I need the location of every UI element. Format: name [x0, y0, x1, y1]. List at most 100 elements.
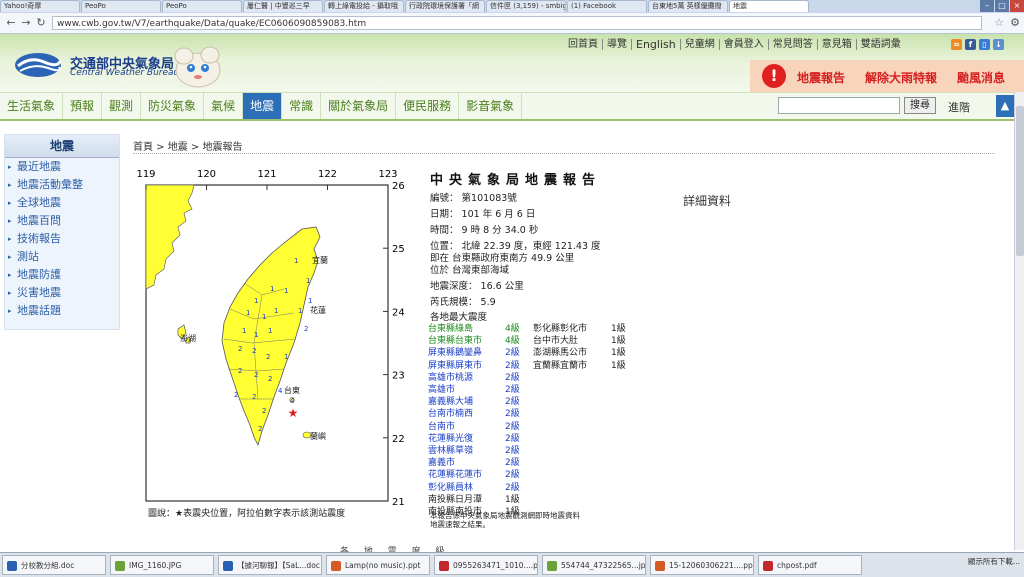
top-link[interactable]: 導覽 [603, 39, 632, 50]
intensity-level: 4級 [505, 324, 520, 334]
nav-item[interactable]: 生活氣象 [0, 93, 64, 119]
browser-tab[interactable]: 地震 [729, 0, 809, 12]
sidebar-item[interactable]: 全球地震 [5, 194, 119, 212]
nav-item[interactable]: 地震 [243, 93, 283, 119]
report-location-2: 位於 台灣東部海域 [430, 265, 510, 276]
download-item[interactable]: Lamp(no music).ppt [326, 555, 430, 575]
lon-tick-label: 122 [318, 169, 337, 180]
nav-item[interactable]: 觀測 [102, 93, 142, 119]
breadcrumb: 首頁 > 地震 > 地震報告 [133, 142, 243, 153]
rss-icon[interactable]: ≈ [951, 39, 962, 50]
wrench-icon[interactable]: ⚙ [1010, 16, 1020, 29]
sidebar-item[interactable]: 測站 [5, 248, 119, 266]
cwb-logo-icon[interactable] [14, 52, 62, 78]
download-item[interactable]: 0955263471_1010....pdf [434, 555, 538, 575]
sidebar-item[interactable]: 技術報告 [5, 230, 119, 248]
browser-tab[interactable]: 屢仁醫 | 中豐巡三早 [243, 0, 323, 12]
url-input[interactable]: www.cwb.gov.tw/V7/earthquake/Data/quake/… [52, 16, 982, 30]
download-item[interactable]: 分校教分組.doc [2, 555, 106, 575]
browser-tab[interactable]: 信件匣 (3,159) - smbig [486, 0, 566, 12]
scrollbar-thumb[interactable] [1016, 106, 1024, 256]
nav-item[interactable]: 關於氣象局 [321, 93, 397, 119]
sidebar-item[interactable]: 地震百問 [5, 212, 119, 230]
logo-english-name[interactable]: Central Weather Bureau [70, 68, 179, 78]
bookmark-star-icon[interactable]: ☆ [994, 16, 1004, 29]
intensity-level: 2級 [505, 409, 520, 420]
maximize-button[interactable]: □ [995, 0, 1009, 12]
close-window-button[interactable]: × [1010, 0, 1024, 12]
sidebar-item[interactable]: 地震話題 [5, 302, 119, 320]
intensity-place: 嘉義縣大埔 [428, 397, 474, 408]
site-header: 交通部中央氣象局 Central Weather Bureau 回首頁 導覽 Eng… [0, 34, 1024, 92]
intensity-level: 1級 [505, 494, 520, 505]
browser-tab[interactable]: PeoPo [162, 0, 242, 12]
nav-item[interactable]: 便民服務 [396, 93, 460, 119]
download-item[interactable]: 15-12060306221....pptx [650, 555, 754, 575]
top-link[interactable]: 回首頁 [564, 39, 603, 50]
browser-tab[interactable]: 台東地5萬 英樣優攤撥 [648, 0, 728, 12]
top-link[interactable]: 兒童網 [681, 39, 720, 50]
browser-tab[interactable]: 行政院環境保護署「網 [405, 0, 485, 12]
intensity-place: 南投縣日月潭 [428, 494, 483, 505]
top-link[interactable]: 意見箱 [818, 39, 857, 50]
back-icon[interactable]: ← [4, 16, 18, 30]
sidebar-item[interactable]: 地震活動彙整 [5, 176, 119, 194]
browser-tab[interactable]: (1) Facebook [567, 0, 647, 12]
advanced-search-link[interactable]: 進階 [948, 99, 970, 115]
page-scrollbar[interactable] [1014, 92, 1024, 550]
minimize-button[interactable]: – [980, 0, 994, 12]
station-intensity-mark: 1 [306, 277, 310, 285]
file-icon [7, 561, 17, 571]
download-item[interactable]: chpost.pdf [758, 555, 862, 575]
report-note: 本報告係中央氣象局地震觀測網即時地震資料 地震速報之結果。 [430, 511, 580, 529]
download-item-label: 554744_47322565...jpg [561, 561, 646, 570]
download-item[interactable]: 【據河聊報】【SaL...doc [218, 555, 322, 575]
nav-item[interactable]: 預報 [63, 93, 103, 119]
station-intensity-mark: 1 [294, 257, 298, 265]
top-link[interactable]: 會員登入 [720, 39, 769, 50]
sidebar-item[interactable]: 地震防護 [5, 266, 119, 284]
place-label: 台東 [284, 385, 300, 395]
alert-heavy-rain-link[interactable]: 解除大雨特報 [865, 69, 937, 86]
search-button[interactable]: 搜尋 [904, 97, 936, 114]
intensity-level: 2級 [505, 433, 520, 444]
file-icon [115, 561, 125, 571]
show-all-downloads-link[interactable]: 顯示所有下載... [968, 556, 1020, 567]
place-label: 蘭嶼 [310, 431, 326, 441]
download-item[interactable]: 554744_47322565...jpg [542, 555, 646, 575]
browser-tab[interactable]: PeoPo [81, 0, 161, 12]
intensity-place: 高雄市桃源 [428, 372, 474, 383]
station-intensity-mark: 2 [254, 371, 258, 379]
scroll-up-icon[interactable]: ▲ [996, 95, 1014, 117]
forward-icon[interactable]: → [19, 16, 33, 30]
facebook-icon[interactable]: f [965, 39, 976, 50]
intensity-level: 1級 [611, 348, 626, 359]
top-link[interactable]: 雙語詞彙 [857, 39, 905, 50]
mobile-icon[interactable]: ▯ [979, 39, 990, 50]
station-intensity-mark: 4 [278, 387, 283, 395]
report-depth: 地震深度： 16.6 公里 [430, 281, 524, 292]
download-item[interactable]: IMG_1160.JPG [110, 555, 214, 575]
intensity-place: 台南市 [428, 421, 456, 432]
intensity-place: 屏東縣屏東市 [428, 360, 483, 371]
nav-item[interactable]: 影音氣象 [459, 93, 523, 119]
detail-link[interactable]: 詳細資料 [683, 192, 731, 209]
browser-tab[interactable]: 轉上綠電投給 - 攝取哦 [324, 0, 404, 12]
alert-typhoon-link[interactable]: 颱風消息 [957, 69, 1005, 86]
station-intensity-mark: 2 [262, 407, 266, 415]
nav-item[interactable]: 氣候 [204, 93, 244, 119]
lat-tick-label: 23 [392, 371, 405, 382]
nav-item[interactable]: 防災氣象 [141, 93, 205, 119]
top-link[interactable]: 常見問答 [769, 39, 818, 50]
file-icon [763, 561, 773, 571]
intensity-level: 1級 [611, 336, 626, 347]
download-icon[interactable]: ↓ [993, 39, 1004, 50]
alert-earthquake-report-link[interactable]: 地震報告 [797, 69, 845, 86]
sidebar-item[interactable]: 災害地震 [5, 284, 119, 302]
sidebar-item[interactable]: 最近地震 [5, 158, 119, 176]
top-link[interactable]: English [632, 39, 681, 50]
nav-item[interactable]: 常識 [282, 93, 322, 119]
browser-tab[interactable]: Yahoo!奇摩 [0, 0, 80, 12]
search-input[interactable] [778, 97, 900, 114]
reload-icon[interactable]: ↻ [34, 16, 48, 30]
